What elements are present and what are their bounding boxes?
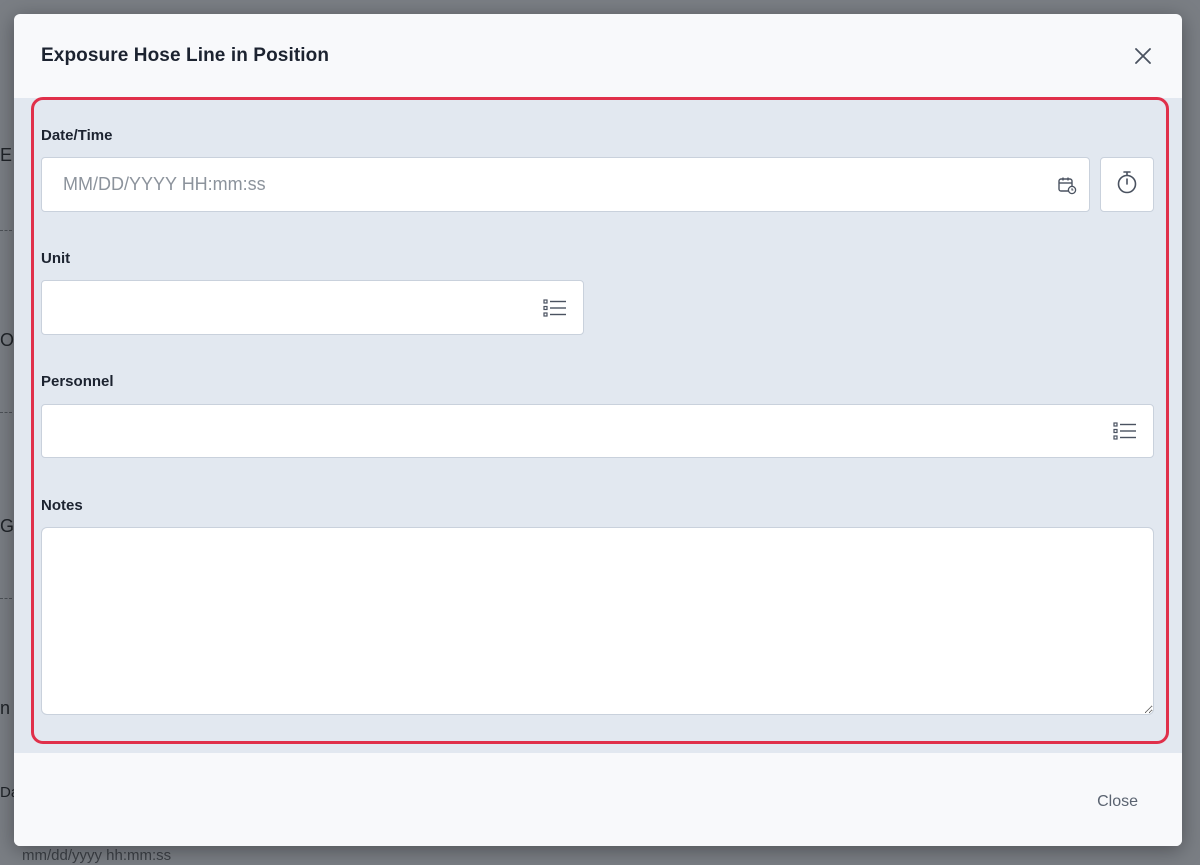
close-button[interactable]: Close (1089, 789, 1146, 815)
unit-field-container (41, 280, 584, 335)
personnel-input[interactable] (42, 405, 1097, 457)
calendar-clock-icon[interactable] (1045, 158, 1089, 211)
unit-label: Unit (41, 250, 71, 267)
personnel-field-container (41, 404, 1154, 458)
dialog-footer: Close (14, 753, 1182, 846)
background-divider (0, 412, 12, 413)
background-bottom-text: mm/dd/yyyy hh:mm:ss (22, 847, 172, 864)
list-icon[interactable] (527, 281, 583, 334)
dialog-title: Exposure Hose Line in Position (41, 45, 330, 66)
exposure-dialog: Exposure Hose Line in Position Date/Time (14, 14, 1182, 846)
notes-textarea[interactable] (41, 527, 1154, 715)
background-divider (0, 598, 12, 599)
datetime-input[interactable] (42, 158, 1045, 211)
stopwatch-icon (1115, 169, 1139, 200)
dialog-header: Exposure Hose Line in Position (14, 14, 1182, 98)
background-text-fragment: G (0, 516, 15, 536)
stopwatch-button[interactable] (1100, 157, 1154, 212)
notes-label: Notes (41, 497, 83, 514)
datetime-label: Date/Time (41, 127, 113, 144)
personnel-label: Personnel (41, 373, 114, 390)
background-text-fragment: n (0, 698, 11, 718)
background-text-fragment: E (0, 145, 13, 165)
background-text-fragment: O (0, 330, 15, 350)
list-icon[interactable] (1097, 405, 1153, 457)
close-icon[interactable] (1130, 43, 1156, 69)
unit-input[interactable] (42, 281, 527, 334)
datetime-field-container (41, 157, 1090, 212)
background-divider (0, 230, 12, 231)
